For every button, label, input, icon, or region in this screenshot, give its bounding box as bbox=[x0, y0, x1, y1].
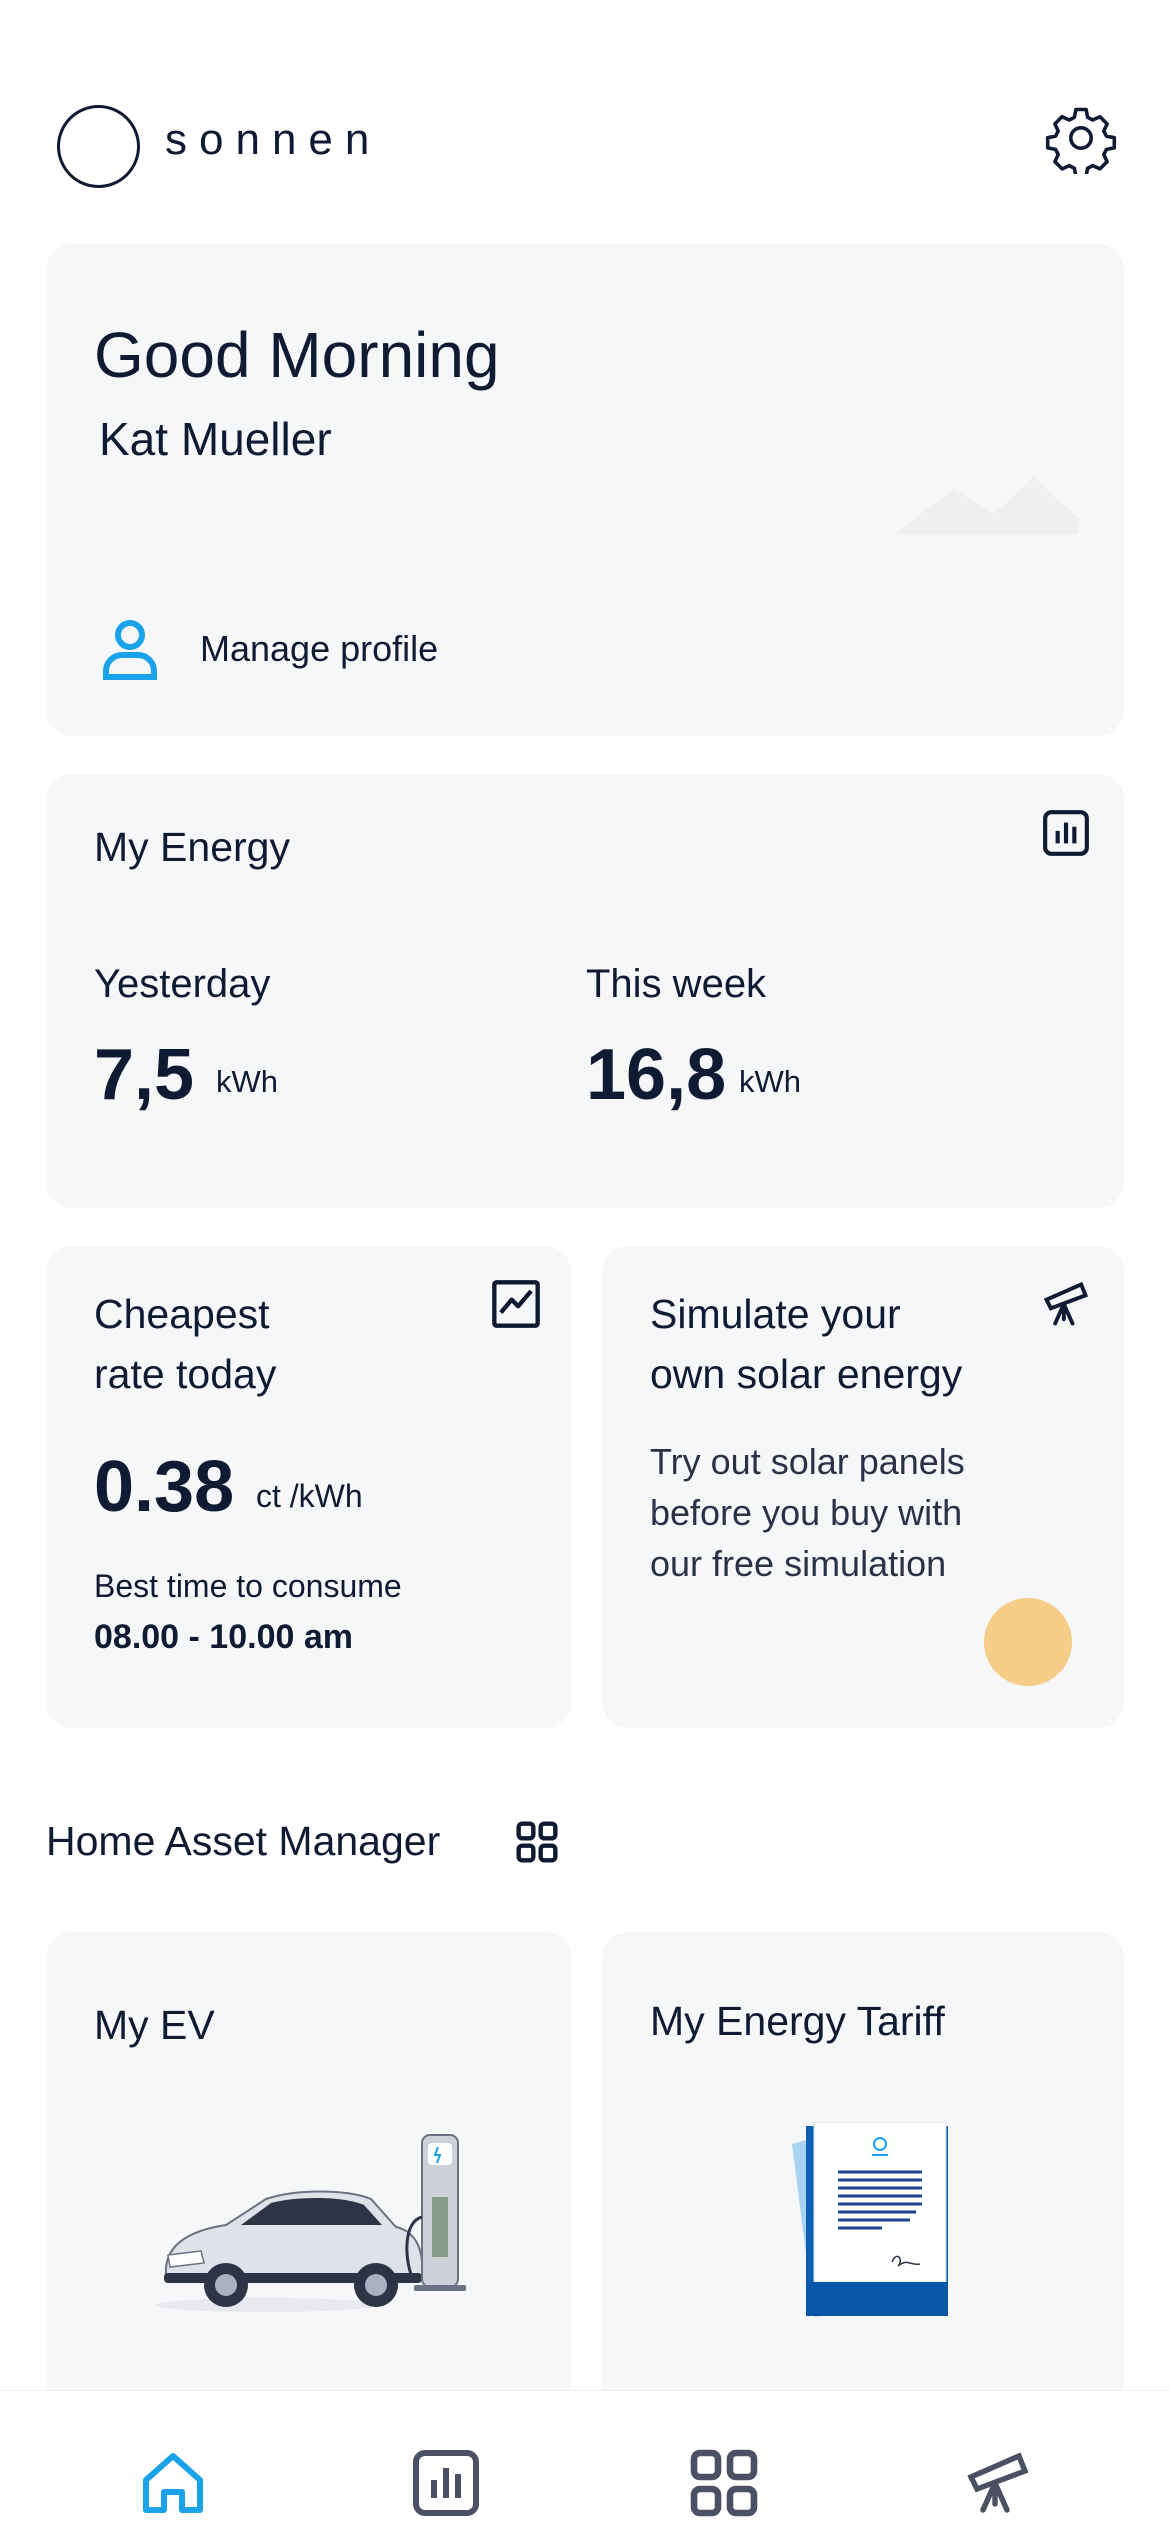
settings-gear-icon[interactable] bbox=[1045, 102, 1117, 174]
rate-value: 0.38 bbox=[94, 1447, 235, 1527]
user-name: Kat Mueller bbox=[99, 413, 332, 465]
app-header: sonnen bbox=[0, 0, 1170, 230]
manage-profile-label: Manage profile bbox=[200, 628, 439, 669]
best-time-value: 08.00 - 10.00 am bbox=[94, 1618, 353, 1656]
trend-chart-icon[interactable] bbox=[490, 1278, 542, 1330]
manage-profile-link[interactable]: Manage profile bbox=[100, 614, 438, 684]
best-time-label: Best time to consume bbox=[94, 1568, 402, 1604]
bottom-navigation bbox=[0, 2390, 1170, 2541]
nav-home-icon[interactable] bbox=[137, 2447, 209, 2519]
telescope-icon[interactable] bbox=[1040, 1278, 1092, 1330]
ev-car-charger-illustration bbox=[156, 2134, 466, 2312]
simulation-description: Try out solar panels before you buy with… bbox=[650, 1441, 965, 1584]
my-energy-tariff-card[interactable]: My Energy Tariff bbox=[602, 1932, 1124, 2412]
greeting-title: Good Morning bbox=[94, 319, 500, 391]
my-energy-title: My Energy bbox=[94, 824, 290, 870]
sun-decoration bbox=[984, 1598, 1072, 1686]
mountains-decoration bbox=[894, 477, 1079, 534]
rate-unit: ct /kWh bbox=[256, 1478, 363, 1514]
bar-chart-icon[interactable] bbox=[1041, 808, 1091, 858]
yesterday-unit: kWh bbox=[216, 1064, 278, 1099]
this-week-value: 16,8 bbox=[586, 1035, 727, 1115]
solar-simulation-card[interactable]: Simulate your own solar energy Try out s… bbox=[602, 1246, 1124, 1728]
simulation-title: Simulate your own solar energy bbox=[650, 1291, 963, 1397]
nav-telescope-icon[interactable] bbox=[962, 2447, 1034, 2519]
nav-grid-icon[interactable] bbox=[688, 2447, 760, 2519]
my-ev-title: My EV bbox=[94, 2002, 215, 2048]
rate-title: Cheapest rate today bbox=[94, 1291, 277, 1397]
brand-name: sonnen bbox=[165, 115, 382, 164]
my-energy-card[interactable]: My Energy Yesterday 7,5 kWh This week 16… bbox=[46, 774, 1124, 1208]
tariff-document-illustration bbox=[792, 2122, 948, 2317]
sonnen-logo-icon bbox=[57, 105, 140, 188]
yesterday-value: 7,5 bbox=[94, 1035, 195, 1115]
yesterday-label: Yesterday bbox=[94, 962, 271, 1006]
user-icon bbox=[103, 620, 157, 680]
this-week-label: This week bbox=[586, 962, 767, 1006]
greeting-card: Good Morning Kat Mueller Manage profile bbox=[46, 244, 1124, 736]
energy-tariff-title: My Energy Tariff bbox=[650, 1998, 945, 2044]
cheapest-rate-card[interactable]: Cheapest rate today 0.38 ct /kWh Best ti… bbox=[46, 1246, 571, 1728]
grid-icon[interactable] bbox=[515, 1820, 559, 1864]
asset-manager-title: Home Asset Manager bbox=[46, 1818, 441, 1864]
this-week-unit: kWh bbox=[739, 1064, 801, 1099]
nav-chart-icon[interactable] bbox=[410, 2447, 482, 2519]
my-ev-card[interactable]: My EV bbox=[46, 1932, 571, 2412]
